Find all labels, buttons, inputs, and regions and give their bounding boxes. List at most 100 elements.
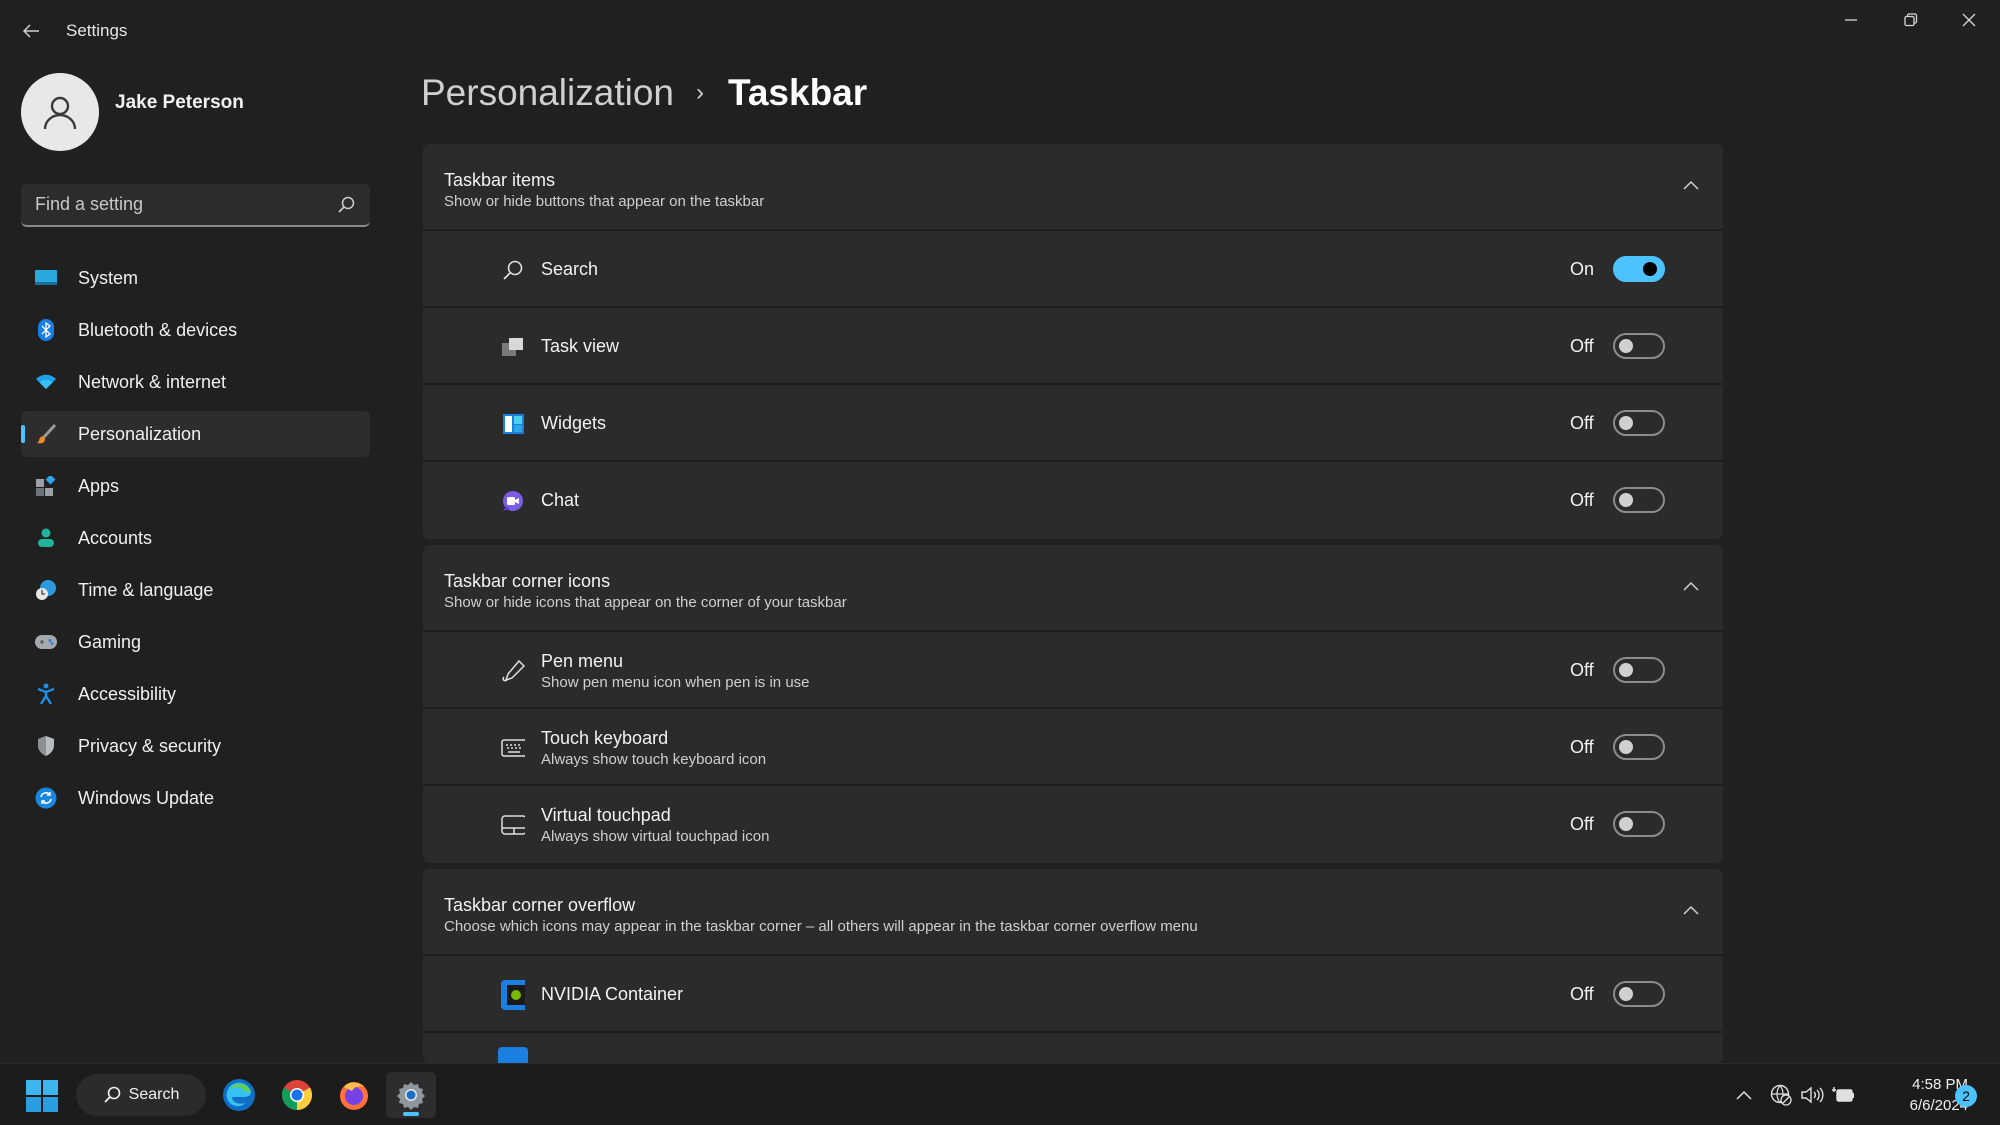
close-button[interactable] [1940, 0, 1998, 40]
chevron-up-icon [1736, 1090, 1752, 1100]
search-input[interactable] [35, 184, 325, 225]
shield-icon [35, 735, 57, 757]
toggle-state-text: Off [1570, 660, 1594, 680]
search-icon [338, 196, 355, 213]
task-view-toggle[interactable] [1613, 333, 1665, 359]
setting-row-virtual-touchpad: Virtual touchpad Always show virtual tou… [423, 786, 1723, 863]
section-description: Show or hide buttons that appear on the … [444, 193, 765, 210]
toggle-knob [1619, 339, 1633, 353]
toggle-state-text: Off [1570, 336, 1594, 356]
setting-description: Always show virtual touchpad icon [541, 828, 770, 845]
setting-label: Chat [541, 490, 580, 510]
chat-toggle[interactable] [1613, 487, 1665, 513]
toggle-state-text: Off [1570, 814, 1594, 834]
widgets-icon [501, 412, 525, 436]
touch-keyboard-toggle[interactable] [1613, 734, 1665, 760]
update-icon [35, 787, 57, 809]
setting-label: Task view [541, 336, 620, 356]
brush-icon [35, 423, 57, 445]
sidebar-item-network[interactable]: Network & internet [21, 359, 370, 405]
sidebar-item-privacy-security[interactable]: Privacy & security [21, 723, 370, 769]
taskbar-search-button[interactable]: Search [76, 1074, 206, 1116]
gamepad-icon [35, 631, 57, 653]
section-header[interactable]: Taskbar corner icons Show or hide icons … [423, 545, 1723, 632]
chevron-up-icon[interactable] [1681, 176, 1701, 196]
toggle-knob [1619, 493, 1633, 507]
settings-window: Settings Jake Peterson System Bluetooth … [0, 0, 2000, 1063]
chevron-up-icon[interactable] [1681, 577, 1701, 597]
close-icon [1962, 13, 1976, 27]
sidebar-item-label: System [78, 267, 139, 288]
battery-icon[interactable] [1830, 1082, 1856, 1108]
sidebar-item-accounts[interactable]: Accounts [21, 515, 370, 561]
sidebar-item-label: Personalization [78, 423, 202, 444]
firefox-icon[interactable] [329, 1072, 379, 1118]
sidebar-item-gaming[interactable]: Gaming [21, 619, 370, 665]
sidebar-item-accessibility[interactable]: Accessibility [21, 671, 370, 717]
sidebar-item-personalization[interactable]: Personalization [21, 411, 370, 457]
section-title: Taskbar corner icons [444, 571, 611, 591]
sidebar-item-bluetooth[interactable]: Bluetooth & devices [21, 307, 370, 353]
volume-icon[interactable] [1799, 1082, 1825, 1108]
sidebar-item-apps[interactable]: Apps [21, 463, 370, 509]
edge-icon[interactable] [214, 1072, 264, 1118]
keyboard-icon [501, 736, 525, 760]
wifi-icon [35, 371, 57, 393]
back-button[interactable] [14, 16, 48, 46]
chevron-up-icon[interactable] [1681, 901, 1701, 921]
pen-menu-toggle[interactable] [1613, 657, 1665, 683]
section-header[interactable]: Taskbar corner overflow Choose which ico… [423, 869, 1723, 956]
toggle-knob [1619, 987, 1633, 1001]
sidebar-item-label: Windows Update [78, 787, 215, 808]
setting-label: NVIDIA Container [541, 984, 684, 1004]
show-hidden-icons-chevron[interactable] [1732, 1082, 1756, 1108]
taskbar-clock[interactable]: 4:58 PM 6/6/2024 [1860, 1074, 1968, 1116]
widgets-toggle[interactable] [1613, 410, 1665, 436]
apps-icon [35, 475, 57, 497]
section-title: Taskbar corner overflow [444, 895, 636, 915]
toggle-state-text: Off [1570, 984, 1594, 1004]
breadcrumb: Personalization › Taskbar [421, 72, 867, 114]
section-taskbar-items: Taskbar items Show or hide buttons that … [423, 144, 1723, 539]
clock-date: 6/6/2024 [1909, 1097, 1968, 1114]
start-button[interactable] [26, 1080, 58, 1112]
app-icon [498, 1047, 528, 1063]
setting-row-widgets: Widgets Off [423, 385, 1723, 462]
taskbar-search-label: Search [128, 1086, 180, 1103]
task-view-icon [501, 335, 525, 359]
setting-label: Virtual touchpad [541, 805, 671, 825]
toggle-state-text: Off [1570, 737, 1594, 757]
toggle-knob [1619, 740, 1633, 754]
settings-icon[interactable] [386, 1072, 436, 1118]
minimize-button[interactable] [1822, 0, 1880, 40]
notification-badge[interactable]: 2 [1955, 1085, 1977, 1107]
setting-row-chat: Chat Off [423, 462, 1723, 539]
clock-time: 4:58 PM [1912, 1076, 1968, 1093]
chat-icon [501, 489, 525, 513]
settings-content: Taskbar items Show or hide buttons that … [423, 144, 1723, 1064]
nvidia-container-toggle[interactable] [1613, 981, 1665, 1007]
avatar[interactable] [21, 73, 99, 151]
virtual-touchpad-toggle[interactable] [1613, 811, 1665, 837]
sidebar-item-system[interactable]: System [21, 255, 370, 301]
find-setting-search[interactable] [21, 184, 370, 227]
setting-row-search: Search On [423, 231, 1723, 308]
system-icon [35, 267, 57, 289]
sidebar-item-label: Privacy & security [78, 735, 222, 756]
user-name: Jake Peterson [115, 92, 244, 113]
sidebar-item-windows-update[interactable]: Windows Update [21, 775, 370, 821]
section-taskbar-corner-overflow: Taskbar corner overflow Choose which ico… [423, 869, 1723, 1063]
restore-button[interactable] [1882, 0, 1940, 40]
breadcrumb-parent[interactable]: Personalization [421, 72, 674, 114]
setting-label: Touch keyboard [541, 728, 669, 748]
setting-description: Show pen menu icon when pen is in use [541, 674, 810, 691]
toggle-knob [1619, 817, 1633, 831]
chrome-icon[interactable] [272, 1072, 322, 1118]
account-icon [35, 527, 57, 549]
section-taskbar-corner-icons: Taskbar corner icons Show or hide icons … [423, 545, 1723, 863]
search-toggle[interactable] [1613, 256, 1665, 282]
network-icon[interactable] [1768, 1082, 1794, 1108]
section-header[interactable]: Taskbar items Show or hide buttons that … [423, 144, 1723, 231]
sidebar-item-time-language[interactable]: Time & language [21, 567, 370, 613]
breadcrumb-separator-icon: › [695, 79, 704, 106]
